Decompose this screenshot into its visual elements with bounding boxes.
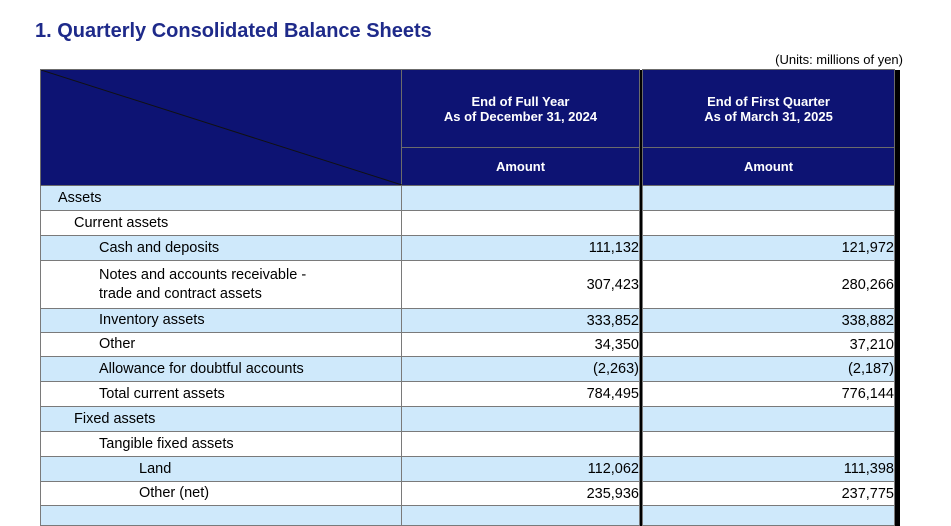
value-prev: 235,936	[401, 481, 640, 506]
row-label: Current assets	[40, 210, 402, 236]
table-row: Fixed assets	[40, 406, 900, 432]
col-header-prev-period: End of Full Year	[471, 93, 570, 109]
table-row: Assets	[40, 185, 900, 211]
row-label: Other	[40, 332, 402, 357]
table-row: Current assets	[40, 210, 900, 236]
row-label: Cash and deposits	[40, 235, 402, 261]
col-header-prev-date: As of December 31, 2024	[443, 108, 598, 124]
row-label: Fixed assets	[40, 406, 402, 432]
right-border	[894, 308, 900, 333]
value-curr: 237,775	[642, 481, 895, 506]
section-title: 1. Quarterly Consolidated Balance Sheets	[35, 20, 432, 42]
row-label: Land	[40, 456, 402, 482]
row-label	[40, 505, 402, 526]
value-curr: 776,144	[642, 381, 895, 407]
row-label: Other (net)	[40, 481, 402, 506]
right-border	[894, 235, 900, 261]
value-curr: 111,398	[642, 456, 895, 482]
value-curr	[642, 406, 895, 432]
value-curr	[642, 505, 895, 526]
row-label: Total current assets	[40, 381, 402, 407]
value-prev: 784,495	[401, 381, 640, 407]
value-prev	[401, 505, 640, 526]
col-header-curr-period: End of First Quarter	[707, 93, 830, 109]
balance-sheet-table-wrapper: End of Full Year As of December 31, 2024…	[40, 69, 900, 526]
table-row: Inventory assets 333,852 338,882	[40, 308, 900, 333]
row-label: Inventory assets	[40, 308, 402, 333]
value-curr: (2,187)	[642, 356, 895, 382]
right-border	[894, 406, 900, 432]
value-prev: 112,062	[401, 456, 640, 482]
right-border	[894, 505, 900, 526]
balance-sheet-table: End of Full Year As of December 31, 2024…	[40, 69, 900, 526]
col-subheader-prev: Amount	[401, 147, 640, 186]
table-row: Other 34,350 37,210	[40, 332, 900, 357]
table-row	[40, 505, 900, 526]
units-note: (Units: millions of yen)	[775, 52, 903, 67]
right-border	[894, 481, 900, 506]
row-label: Tangible fixed assets	[40, 431, 402, 457]
value-prev: 111,132	[401, 235, 640, 261]
right-border	[894, 69, 900, 148]
right-border	[894, 260, 900, 309]
previous-heading-fragment	[34, 0, 294, 6]
table-row: Cash and deposits 111,132 121,972	[40, 235, 900, 261]
value-prev: 34,350	[401, 332, 640, 357]
table-row: Notes and accounts receivable - trade an…	[40, 260, 900, 309]
header-diagonal-line	[41, 70, 402, 185]
table-row: Tangible fixed assets	[40, 431, 900, 457]
col-header-curr: End of First Quarter As of March 31, 202…	[642, 69, 895, 148]
row-label: Assets	[40, 185, 402, 211]
value-prev	[401, 406, 640, 432]
row-label: Allowance for doubtful accounts	[40, 356, 402, 382]
value-prev: 307,423	[401, 260, 640, 309]
value-curr: 121,972	[642, 235, 895, 261]
right-border	[894, 381, 900, 407]
col-header-curr-date: As of March 31, 2025	[704, 108, 833, 124]
table-row: Other (net) 235,936 237,775	[40, 481, 900, 506]
right-border	[894, 431, 900, 457]
right-border	[894, 456, 900, 482]
value-prev	[401, 185, 640, 211]
right-border	[894, 332, 900, 357]
value-prev: 333,852	[401, 308, 640, 333]
value-curr: 280,266	[642, 260, 895, 309]
value-prev	[401, 431, 640, 457]
col-header-prev: End of Full Year As of December 31, 2024	[401, 69, 640, 148]
right-border	[894, 147, 900, 186]
value-curr	[642, 210, 895, 236]
value-prev	[401, 210, 640, 236]
right-border	[894, 356, 900, 382]
value-curr	[642, 185, 895, 211]
value-prev: (2,263)	[401, 356, 640, 382]
value-curr	[642, 431, 895, 457]
right-border	[894, 210, 900, 236]
col-subheader-curr: Amount	[642, 147, 895, 186]
header-corner-cell	[40, 69, 402, 186]
row-label: Notes and accounts receivable - trade an…	[40, 260, 402, 309]
table-row: Allowance for doubtful accounts (2,263) (2…	[40, 356, 900, 382]
table-row: Total current assets 784,495 776,144	[40, 381, 900, 407]
table-row: Land 112,062 111,398	[40, 456, 900, 482]
right-border	[894, 185, 900, 211]
value-curr: 338,882	[642, 308, 895, 333]
value-curr: 37,210	[642, 332, 895, 357]
table-body: Assets Current assets Cash and deposits 111…	[40, 185, 900, 526]
